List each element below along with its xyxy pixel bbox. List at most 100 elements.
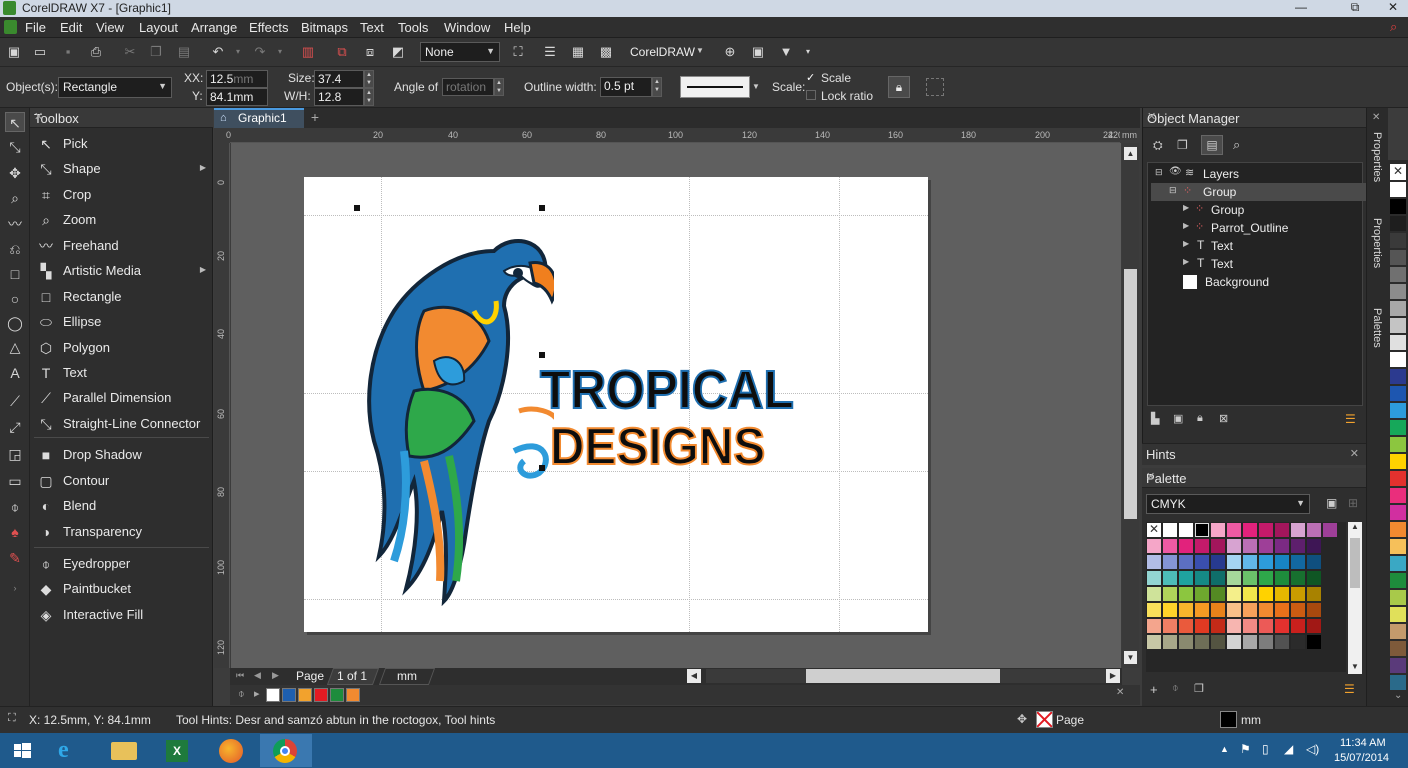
color-swatch[interactable]	[1147, 619, 1161, 633]
docker-tab-properties[interactable]: Properties	[1371, 132, 1383, 182]
lock-icon[interactable]: 🔒︎	[1197, 412, 1203, 425]
show-properties-icon[interactable]: ⛭	[1153, 138, 1163, 153]
color-swatch[interactable]	[1390, 675, 1406, 690]
color-swatch[interactable]	[1259, 523, 1273, 537]
fill-picker-icon[interactable]: ✥	[1017, 712, 1027, 726]
color-swatch[interactable]	[1390, 250, 1406, 265]
object-type-dropdown[interactable]: Rectangle ▼	[58, 77, 172, 98]
color-swatch[interactable]	[1291, 619, 1305, 633]
tree-item-background[interactable]: Background	[1151, 273, 1367, 291]
chrome-button[interactable]	[260, 734, 312, 767]
horizontal-ruler[interactable]: 0 20 40 60 80 100 120 140 160 180 200 22…	[226, 128, 1137, 143]
panel-menu-icon[interactable]: ☰	[1345, 412, 1356, 426]
zoom-tool-icon[interactable]: ⌕	[5, 188, 25, 208]
color-swatch[interactable]	[1211, 635, 1225, 649]
color-swatch[interactable]	[1227, 523, 1241, 537]
panel-menu-icon[interactable]: ☰	[1344, 682, 1355, 696]
new-palette-icon[interactable]: ❐	[1194, 682, 1204, 695]
restore-button[interactable]: ⧉	[1340, 0, 1370, 17]
color-swatch[interactable]	[1259, 571, 1273, 585]
tool-blend[interactable]: ◐ Blend	[34, 494, 210, 518]
tool-text[interactable]: T Text	[34, 361, 210, 385]
color-swatch[interactable]	[1163, 635, 1177, 649]
color-swatch[interactable]	[1227, 603, 1241, 617]
color-swatch[interactable]	[1291, 635, 1305, 649]
tree-item-layers[interactable]: ⊟ 👁︎ ≋ Layers	[1151, 165, 1367, 183]
tool-crop[interactable]: ⌗ Crop	[34, 183, 210, 207]
clock-date[interactable]: 15/07/2014	[1334, 752, 1389, 764]
color-swatch[interactable]	[1275, 539, 1289, 553]
excel-button[interactable]: X	[152, 734, 204, 767]
docker-tab-properties[interactable]: Properties	[1371, 218, 1383, 268]
menu-bitmaps[interactable]: Bitmaps	[301, 20, 348, 35]
color-swatch[interactable]	[1275, 619, 1289, 633]
redo-dropdown-icon[interactable]: ▾	[270, 43, 290, 61]
palette-menu-icon[interactable]: ▸	[254, 687, 260, 700]
color-swatch[interactable]	[1390, 471, 1406, 486]
menu-window[interactable]: Window	[444, 20, 490, 35]
tree-item-text[interactable]: ▶ T Text	[1151, 255, 1367, 273]
color-swatch[interactable]	[1275, 523, 1289, 537]
pick-tool-icon[interactable]: ↖	[5, 112, 25, 132]
clock-time[interactable]: 11:34 AM	[1340, 737, 1386, 749]
menu-layout[interactable]: Layout	[139, 20, 178, 35]
swatch-white[interactable]	[1179, 523, 1193, 537]
color-swatch[interactable]	[1390, 454, 1406, 469]
application-launcher[interactable]: CorelDRAW	[630, 45, 695, 59]
color-swatch[interactable]	[1163, 619, 1177, 633]
collapse-icon[interactable]: ⊟	[1169, 185, 1177, 196]
connector-tool-icon[interactable]: ⤢	[5, 417, 25, 437]
width-field[interactable]: 37.4	[314, 70, 364, 88]
hints-title[interactable]: Hints	[1146, 447, 1176, 462]
transform-icon[interactable]	[926, 78, 944, 96]
height-spinner[interactable]: ▲ ▼	[364, 88, 374, 106]
color-swatch[interactable]	[1243, 635, 1257, 649]
color-swatch[interactable]	[1307, 603, 1321, 617]
tool-eyedropper[interactable]: ⌽ Eyedropper	[34, 552, 210, 576]
close-icon[interactable]: ✕	[1146, 470, 1359, 483]
color-swatch[interactable]	[1390, 590, 1406, 605]
color-swatch[interactable]	[1147, 571, 1161, 585]
color-swatch[interactable]	[330, 688, 344, 702]
show-hidden-icons[interactable]: ▲	[1220, 744, 1229, 754]
outline-width-field[interactable]: 0.5 pt	[600, 77, 652, 97]
drawing-canvas[interactable]: TROPICAL DESIGNS	[231, 143, 1121, 668]
vertical-scrollbar[interactable]: ▲ ▼	[1122, 143, 1139, 668]
color-swatch[interactable]	[1307, 539, 1321, 553]
scroll-right-icon[interactable]: ▶	[1106, 669, 1120, 683]
close-icon[interactable]: ✕	[1116, 687, 1124, 698]
chevron-down-icon[interactable]: ▼	[752, 82, 760, 91]
expand-icon[interactable]: ▶	[1183, 203, 1189, 212]
rectangle-tool-icon[interactable]: □	[5, 264, 25, 284]
color-swatch[interactable]	[1179, 539, 1193, 553]
color-swatch[interactable]	[1195, 555, 1209, 569]
menu-effects[interactable]: Effects	[249, 20, 289, 35]
color-swatch[interactable]	[1179, 603, 1193, 617]
color-swatch[interactable]	[1227, 635, 1241, 649]
color-swatch[interactable]	[1211, 619, 1225, 633]
y-position-field[interactable]: 84.1mm	[206, 88, 268, 106]
color-swatch[interactable]	[1259, 587, 1273, 601]
close-icon[interactable]: ✕	[1147, 110, 1360, 123]
color-swatch[interactable]	[1259, 539, 1273, 553]
color-swatch[interactable]	[1390, 284, 1406, 299]
color-swatch[interactable]	[1390, 658, 1406, 673]
smart-fill-tool-icon[interactable]: ✎	[5, 548, 25, 568]
tab-graphic1[interactable]: ⌂ Graphic1	[214, 108, 304, 128]
file-explorer-button[interactable]	[98, 734, 150, 767]
chevron-down-icon[interactable]: ⌄	[1394, 690, 1402, 701]
publish-pdf-icon[interactable]: ◩	[388, 43, 408, 61]
color-swatch[interactable]	[1227, 571, 1241, 585]
color-swatch[interactable]	[1211, 571, 1225, 585]
color-swatch[interactable]	[1307, 571, 1321, 585]
scroll-up-icon[interactable]: ▲	[1124, 147, 1137, 160]
color-swatch[interactable]	[1390, 539, 1406, 554]
color-swatch[interactable]	[1195, 587, 1209, 601]
outline-width-spinner[interactable]: ▲ ▼	[652, 77, 662, 97]
color-swatch[interactable]	[1211, 555, 1225, 569]
fill-tool-icon[interactable]: ♠	[5, 522, 25, 542]
parrot-illustration[interactable]	[354, 211, 554, 606]
menu-text[interactable]: Text	[360, 20, 384, 35]
color-swatch[interactable]	[1243, 539, 1257, 553]
color-swatch[interactable]	[1211, 523, 1225, 537]
